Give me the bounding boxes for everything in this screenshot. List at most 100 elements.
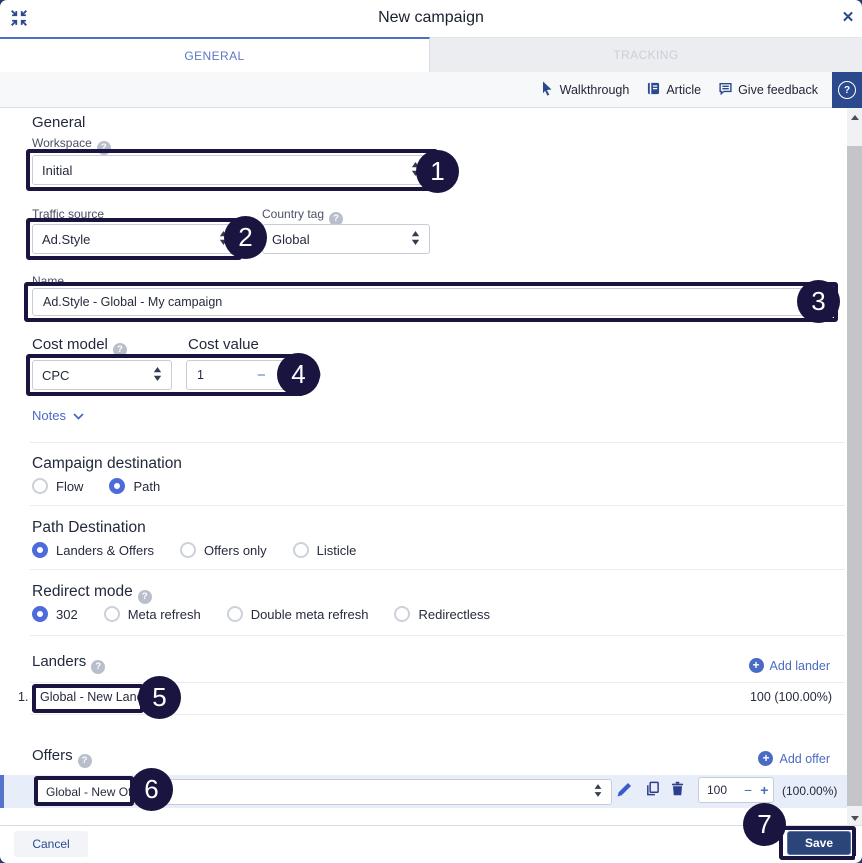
workspace-select[interactable]: Initial: [32, 155, 430, 185]
footer-divider: [0, 825, 862, 826]
radio-circle[interactable]: [104, 606, 120, 622]
offer-share: (100.00%): [782, 784, 837, 798]
campaign-destination-heading: Campaign destination: [32, 455, 182, 473]
annotation-badge-3: 3: [797, 280, 840, 323]
landers-heading: Landers?: [32, 653, 105, 674]
modal-corner: [0, 0, 7, 7]
lander-row-index: 1.: [18, 690, 28, 704]
cost-model-select[interactable]: CPC: [32, 360, 172, 390]
path-destination-radios: Landers & Offers Offers only Listicle: [32, 542, 356, 558]
traffic-source-label: Traffic source: [32, 207, 104, 221]
tab-tracking[interactable]: TRACKING: [430, 37, 862, 72]
scrollbar-down-arrow[interactable]: [847, 811, 862, 825]
annotation-badge-2: 2: [224, 216, 267, 259]
offer-row-accent: [0, 775, 4, 808]
notes-toggle[interactable]: Notes: [32, 408, 84, 423]
radio-circle[interactable]: [109, 478, 125, 494]
modal-corner: [855, 0, 862, 7]
question-icon[interactable]: ?: [113, 343, 127, 357]
book-icon: [647, 82, 660, 98]
radio-double-meta-refresh[interactable]: Double meta refresh: [227, 606, 369, 622]
chevron-down-icon: [73, 408, 84, 423]
article-button[interactable]: Article: [647, 82, 701, 98]
divider: [30, 505, 845, 506]
cost-value-input[interactable]: [187, 367, 243, 383]
duplicate-icon[interactable]: [645, 781, 660, 801]
edit-pencil-icon[interactable]: [617, 782, 632, 802]
path-destination-heading: Path Destination: [32, 519, 146, 537]
walkthrough-button[interactable]: Walkthrough: [541, 81, 630, 99]
give-feedback-button[interactable]: Give feedback: [719, 82, 818, 98]
offer-weight-input[interactable]: [699, 782, 739, 798]
radio-landers-offers[interactable]: Landers & Offers: [32, 542, 154, 558]
radio-circle[interactable]: [293, 542, 309, 558]
toolbar-links: Walkthrough Article Give feedback: [541, 72, 818, 108]
modal-corner: [0, 856, 7, 863]
close-icon[interactable]: ✕: [838, 7, 858, 27]
cursor-icon: [541, 81, 554, 99]
question-icon[interactable]: ?: [138, 590, 152, 604]
plus-circle-icon: +: [758, 751, 773, 766]
tab-general[interactable]: GENERAL: [0, 37, 430, 72]
scrollbar-up-arrow[interactable]: [847, 110, 862, 124]
annotation-badge-4: 4: [277, 353, 320, 396]
name-input[interactable]: [32, 288, 832, 316]
annotation-badge-1: 1: [416, 150, 459, 193]
radio-meta-refresh[interactable]: Meta refresh: [104, 606, 201, 622]
lander-row-weight: 100 (100.00%): [750, 690, 832, 704]
radio-path[interactable]: Path: [109, 478, 160, 494]
country-tag-label: Country tag?: [262, 207, 343, 226]
offer-minus-button[interactable]: −: [744, 782, 752, 798]
divider: [30, 569, 845, 570]
general-heading: General: [32, 114, 85, 131]
scrollbar-thumb[interactable]: [847, 146, 862, 806]
country-tag-select[interactable]: Global: [262, 224, 430, 254]
cost-minus-button[interactable]: −: [257, 367, 266, 384]
radio-listicle[interactable]: Listicle: [293, 542, 357, 558]
radio-circle[interactable]: [32, 606, 48, 622]
plus-circle-icon: +: [749, 658, 764, 673]
radio-circle[interactable]: [32, 542, 48, 558]
traffic-source-select[interactable]: Ad.Style: [32, 224, 238, 254]
radio-circle[interactable]: [227, 606, 243, 622]
offer-weight-stepper: − +: [698, 777, 774, 803]
select-spinner-icon: [594, 784, 602, 800]
offers-heading: Offers?: [32, 747, 92, 768]
radio-302[interactable]: 302: [32, 606, 78, 622]
page-title: New campaign: [0, 9, 862, 27]
lander-row-value[interactable]: Global - New Lander: [40, 690, 148, 704]
cancel-button[interactable]: Cancel: [14, 831, 88, 857]
question-icon[interactable]: ?: [91, 660, 105, 674]
annotation-badge-6: 6: [130, 768, 173, 811]
offer-plus-button[interactable]: +: [760, 782, 768, 798]
divider: [30, 635, 845, 636]
delete-trash-icon[interactable]: [670, 781, 685, 801]
campaign-destination-radios: Flow Path: [32, 478, 160, 494]
workspace-label: Workspace?: [32, 136, 111, 155]
question-icon[interactable]: ?: [97, 141, 111, 155]
feedback-bubble-icon: [719, 82, 732, 98]
radio-redirectless[interactable]: Redirectless: [394, 606, 490, 622]
redirect-mode-heading: Redirect mode?: [32, 583, 152, 604]
cost-value-label: Cost value: [188, 336, 259, 353]
add-lander-button[interactable]: + Add lander: [749, 658, 830, 673]
annotation-badge-7: 7: [743, 803, 786, 846]
select-spinner-icon: [411, 231, 420, 248]
redirect-mode-radios: 302 Meta refresh Double meta refresh Red…: [32, 606, 490, 622]
name-label: Name: [32, 274, 64, 288]
radio-circle[interactable]: [394, 606, 410, 622]
offer-select[interactable]: Global - New Offer: [36, 779, 612, 805]
radio-offers-only[interactable]: Offers only: [180, 542, 267, 558]
cost-model-label: Cost model?: [32, 336, 127, 357]
annotation-badge-5: 5: [138, 676, 181, 719]
modal-corner: [855, 856, 862, 863]
divider: [30, 442, 845, 443]
save-button[interactable]: Save: [787, 831, 851, 855]
radio-circle[interactable]: [180, 542, 196, 558]
question-icon[interactable]: ?: [78, 754, 92, 768]
add-offer-button[interactable]: + Add offer: [758, 751, 830, 766]
radio-flow[interactable]: Flow: [32, 478, 83, 494]
new-campaign-modal: New campaign ✕ GENERAL TRACKING Walkthro…: [0, 0, 862, 863]
help-button[interactable]: ?: [832, 72, 862, 108]
radio-circle[interactable]: [32, 478, 48, 494]
